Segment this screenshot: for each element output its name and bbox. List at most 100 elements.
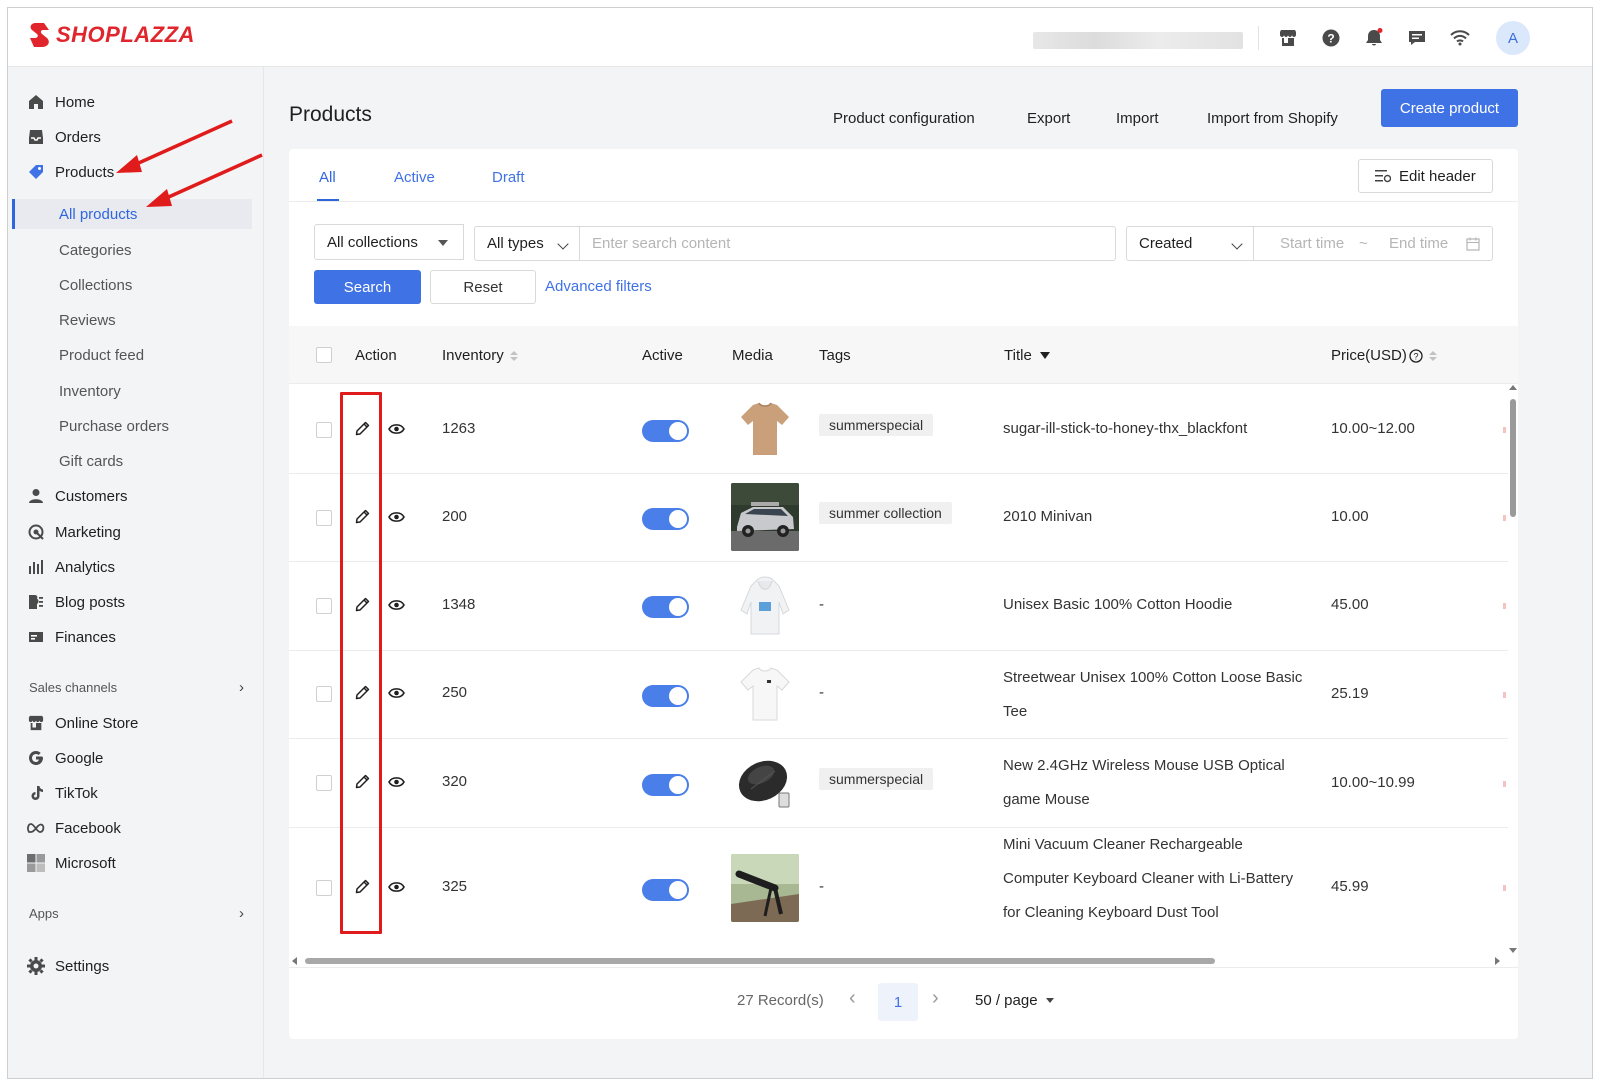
- sidebar-item-google[interactable]: Google: [8, 742, 264, 774]
- sidebar-item-label: Online Store: [55, 714, 139, 732]
- sidebar-sub-gift-cards[interactable]: Gift cards: [8, 446, 264, 476]
- create-product-button[interactable]: Create product: [1381, 89, 1518, 127]
- sidebar-item-blog-posts[interactable]: Blog posts: [8, 586, 264, 618]
- product-configuration-button[interactable]: Product configuration: [833, 100, 975, 136]
- sidebar-item-settings[interactable]: Settings: [8, 950, 264, 982]
- search-input[interactable]: Enter search content: [579, 226, 1116, 261]
- sidebar-item-customers[interactable]: Customers: [8, 480, 264, 512]
- tag-badge: summerspecial: [819, 768, 934, 790]
- scroll-down-icon[interactable]: [1509, 948, 1517, 953]
- active-toggle[interactable]: [642, 596, 689, 618]
- sidebar-sub-inventory[interactable]: Inventory: [8, 376, 264, 406]
- sidebar-item-products[interactable]: Products: [8, 156, 264, 188]
- product-title-link[interactable]: Unisex Basic 100% Cotton Hoodie: [1003, 588, 1303, 622]
- search-button[interactable]: Search: [314, 270, 421, 304]
- tab-draft[interactable]: Draft: [492, 169, 525, 186]
- help-icon[interactable]: ?: [1319, 26, 1343, 50]
- sidebar-sub-product-feed[interactable]: Product feed: [8, 340, 264, 370]
- import-from-shopify-button[interactable]: Import from Shopify: [1207, 100, 1338, 136]
- bell-icon[interactable]: [1362, 26, 1386, 50]
- product-title-link[interactable]: New 2.4GHz Wireless Mouse USB Optical ga…: [1003, 749, 1303, 817]
- product-title-link[interactable]: sugar-ill-stick-to-honey-thx_blackfont: [1003, 412, 1303, 446]
- sidebar-item-tiktok[interactable]: TikTok: [8, 777, 264, 809]
- apps-section[interactable]: Apps ›: [29, 905, 244, 922]
- column-title[interactable]: Title: [1004, 347, 1050, 364]
- cut-off-column-marker: [1503, 781, 1506, 787]
- eye-icon[interactable]: [388, 423, 405, 435]
- advanced-filters-link[interactable]: Advanced filters: [545, 278, 652, 295]
- date-type-select[interactable]: Created: [1126, 226, 1254, 261]
- row-checkbox[interactable]: [316, 598, 332, 614]
- sidebar-sub-categories[interactable]: Categories: [8, 235, 264, 265]
- row-checkbox[interactable]: [316, 510, 332, 526]
- row-checkbox[interactable]: [316, 422, 332, 438]
- sidebar-sub-all-products[interactable]: All products: [12, 199, 252, 229]
- scroll-up-icon[interactable]: [1509, 385, 1517, 390]
- scroll-right-icon[interactable]: [1495, 957, 1500, 965]
- sidebar-item-marketing[interactable]: Marketing: [8, 516, 264, 548]
- cut-off-column-marker: [1503, 692, 1506, 698]
- next-page-icon[interactable]: ›: [932, 987, 939, 1010]
- bar-chart-icon: [27, 558, 45, 576]
- column-label: Active: [642, 347, 683, 364]
- active-toggle[interactable]: [642, 879, 689, 901]
- sidebar-item-facebook[interactable]: Facebook: [8, 812, 264, 844]
- sidebar-item-home[interactable]: Home: [8, 86, 264, 118]
- date-range-picker[interactable]: Start time ~ End time: [1253, 226, 1493, 261]
- google-icon: [27, 749, 45, 767]
- horizontal-scrollbar[interactable]: [289, 955, 1508, 967]
- prev-page-icon[interactable]: ‹: [849, 987, 856, 1010]
- active-toggle[interactable]: [642, 685, 689, 707]
- sidebar-item-analytics[interactable]: Analytics: [8, 551, 264, 583]
- store-icon[interactable]: [1276, 26, 1300, 50]
- tab-active[interactable]: Active: [394, 169, 435, 186]
- row-checkbox[interactable]: [316, 880, 332, 896]
- sidebar-item-finances[interactable]: Finances: [8, 621, 264, 653]
- sidebar-sub-label: Purchase orders: [59, 417, 170, 435]
- vertical-scrollbar[interactable]: [1508, 385, 1518, 955]
- active-toggle[interactable]: [642, 420, 689, 442]
- import-button[interactable]: Import: [1116, 100, 1159, 136]
- export-button[interactable]: Export: [1027, 100, 1070, 136]
- avatar[interactable]: A: [1496, 21, 1530, 55]
- scroll-left-icon[interactable]: [292, 957, 297, 965]
- row-checkbox[interactable]: [316, 686, 332, 702]
- search-placeholder: Enter search content: [592, 235, 731, 252]
- sidebar-item-online-store[interactable]: Online Store: [8, 707, 264, 739]
- shoplazza-logo[interactable]: SHOPLAZZA: [28, 22, 195, 48]
- types-select[interactable]: All types: [474, 226, 580, 261]
- eye-icon[interactable]: [388, 687, 405, 699]
- vertical-scroll-thumb[interactable]: [1510, 399, 1516, 517]
- tab-all[interactable]: All: [319, 169, 336, 186]
- tag-badge: summer collection: [819, 502, 952, 524]
- row-checkbox[interactable]: [316, 775, 332, 791]
- page-size-select[interactable]: 50 / page: [975, 992, 1054, 1009]
- sales-channels-section[interactable]: Sales channels ›: [29, 679, 244, 696]
- column-price[interactable]: Price(USD)?: [1331, 347, 1437, 364]
- sidebar-sub-purchase-orders[interactable]: Purchase orders: [8, 411, 264, 441]
- eye-icon[interactable]: [388, 511, 405, 523]
- horizontal-scroll-thumb[interactable]: [305, 958, 1215, 964]
- eye-icon[interactable]: [388, 599, 405, 611]
- page-number-current[interactable]: 1: [878, 983, 918, 1021]
- edit-header-button[interactable]: Edit header: [1358, 159, 1493, 193]
- reset-button[interactable]: Reset: [430, 270, 536, 304]
- sidebar-sub-collections[interactable]: Collections: [8, 270, 264, 300]
- sidebar-sub-reviews[interactable]: Reviews: [8, 305, 264, 335]
- chat-icon[interactable]: [1405, 26, 1429, 50]
- column-inventory[interactable]: Inventory: [442, 347, 518, 364]
- sidebar-item-microsoft[interactable]: Microsoft: [8, 847, 264, 879]
- eye-icon[interactable]: [388, 881, 405, 893]
- product-title-link[interactable]: Streetwear Unisex 100% Cotton Loose Basi…: [1003, 661, 1303, 729]
- product-title-link[interactable]: 2010 Minivan: [1003, 500, 1303, 534]
- active-toggle[interactable]: [642, 508, 689, 530]
- sidebar-item-orders[interactable]: Orders: [8, 121, 264, 153]
- active-toggle[interactable]: [642, 774, 689, 796]
- wifi-icon[interactable]: [1448, 26, 1472, 50]
- eye-icon[interactable]: [388, 776, 405, 788]
- select-all-checkbox[interactable]: [316, 347, 332, 363]
- product-title-link[interactable]: Mini Vacuum Cleaner Rechargeable Compute…: [1003, 828, 1303, 930]
- sidebar-item-label: Blog posts: [55, 593, 126, 611]
- collections-select[interactable]: All collections: [314, 224, 464, 260]
- end-time-placeholder: End time: [1389, 235, 1449, 252]
